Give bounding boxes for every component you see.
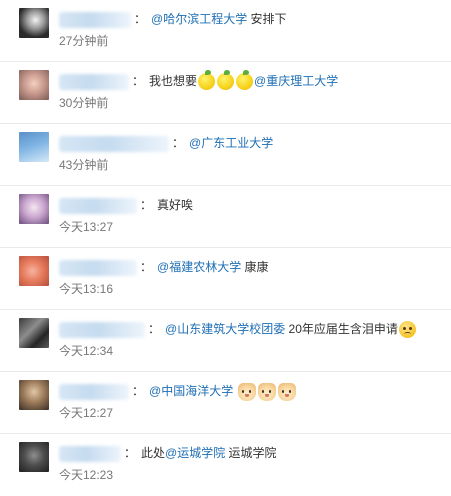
comment-text-segment: 我也想要 <box>149 74 198 88</box>
comment-content: ： @山东建筑大学校团委 20年应届生含泪申请 <box>59 319 443 339</box>
comment-text: 此处@运城学院 运城学院 <box>141 446 277 460</box>
user-avatar[interactable] <box>19 194 49 224</box>
user-avatar[interactable] <box>19 442 49 472</box>
user-avatar[interactable] <box>19 256 49 286</box>
comment-item: ： @哈尔滨工程大学 安排下 27分钟前 <box>0 0 451 62</box>
lemon-emoji <box>217 70 235 91</box>
mention-link[interactable]: @哈尔滨工程大学 <box>151 12 247 26</box>
blurred-username[interactable] <box>59 383 129 400</box>
comment-content: ： @福建农林大学 康康 <box>59 257 443 277</box>
comment-text-segment <box>233 384 236 398</box>
user-avatar[interactable] <box>19 132 49 162</box>
user-avatar[interactable] <box>19 318 49 348</box>
mention-link[interactable]: @重庆理工大学 <box>254 74 338 88</box>
comment-item: ： @山东建筑大学校团委 20年应届生含泪申请今天12:34 <box>0 310 451 372</box>
mention-link[interactable]: @中国海洋大学 <box>149 384 233 398</box>
comment-time: 43分钟前 <box>59 158 109 172</box>
comment-text: @广东工业大学 <box>189 136 273 150</box>
comment-item: ： 真好唉今天13:27 <box>0 186 451 248</box>
blurred-username[interactable] <box>59 321 145 338</box>
comment-item: ： @广东工业大学 43分钟前 <box>0 124 451 186</box>
mention-link[interactable]: @运城学院 <box>165 446 225 460</box>
comment-content: ： @中国海洋大学 <box>59 381 443 401</box>
comment-text: @福建农林大学 康康 <box>157 260 269 274</box>
name-separator: ： <box>172 136 185 150</box>
name-separator: ： <box>140 260 153 274</box>
comment-item: ： 此处@运城学院 运城学院今天12:23 <box>0 434 451 496</box>
comment-time: 27分钟前 <box>59 34 109 48</box>
comment-item: ： @中国海洋大学 今天12:27 <box>0 372 451 434</box>
comment-time: 30分钟前 <box>59 96 109 110</box>
doge-emoji <box>257 382 276 401</box>
name-separator: ： <box>124 446 137 460</box>
comment-text: 真好唉 <box>157 198 193 212</box>
comment-text: 我也想要 @重庆理工大学 <box>149 70 338 91</box>
doge-emoji <box>237 382 256 401</box>
name-separator: ： <box>140 198 153 212</box>
comment-item: ： 我也想要 @重庆理工大学 30分钟前 <box>0 62 451 124</box>
mention-link[interactable]: @广东工业大学 <box>189 136 273 150</box>
blurred-username[interactable] <box>59 73 129 90</box>
user-avatar[interactable] <box>19 380 49 410</box>
mention-link[interactable]: @福建农林大学 <box>157 260 241 274</box>
comment-text-segment: 康康 <box>241 260 269 274</box>
comment-time: 今天12:27 <box>59 406 114 420</box>
comment-text-segment: 此处 <box>141 446 166 460</box>
comment-text-segment: 真好唉 <box>157 198 194 212</box>
user-avatar[interactable] <box>19 8 49 38</box>
comment-content: ： 真好唉 <box>59 195 443 215</box>
blurred-username[interactable] <box>59 135 169 152</box>
name-separator: ： <box>148 322 161 336</box>
blurred-username[interactable] <box>59 259 137 276</box>
comment-item: ： @福建农林大学 康康今天13:16 <box>0 248 451 310</box>
comment-text-segment: 运城学院 <box>225 446 277 460</box>
blurred-username[interactable] <box>59 445 121 462</box>
name-separator: ： <box>132 384 145 398</box>
comment-time: 今天12:23 <box>59 468 114 482</box>
comment-text: @哈尔滨工程大学 安排下 <box>151 12 287 26</box>
comment-time: 今天13:27 <box>59 220 114 234</box>
blurred-username[interactable] <box>59 11 131 28</box>
mention-link[interactable]: @山东建筑大学校团委 <box>165 322 285 336</box>
comment-time: 今天12:34 <box>59 344 114 358</box>
comment-text: @山东建筑大学校团委 20年应届生含泪申请 <box>165 321 417 339</box>
comment-list: ： @哈尔滨工程大学 安排下 27分钟前 ： 我也想要 @重庆理工大学 30分钟前 ： @广… <box>0 0 451 490</box>
lemon-emoji <box>236 70 254 91</box>
comment-content: ： 此处@运城学院 运城学院 <box>59 443 443 463</box>
sad-emoji <box>398 321 416 339</box>
comment-time: 今天13:16 <box>59 282 114 296</box>
comment-text: @中国海洋大学 <box>149 382 297 401</box>
comment-text-segment: 20年应届生含泪申请 <box>285 322 398 336</box>
blurred-username[interactable] <box>59 197 137 214</box>
name-separator: ： <box>132 74 145 88</box>
doge-emoji <box>277 382 296 401</box>
comment-content: ： @哈尔滨工程大学 安排下 <box>59 9 443 29</box>
lemon-emoji <box>198 70 216 91</box>
user-avatar[interactable] <box>19 70 49 100</box>
comment-text-segment: 安排下 <box>247 12 287 26</box>
comment-content: ： @广东工业大学 <box>59 133 443 153</box>
comment-content: ： 我也想要 @重庆理工大学 <box>59 70 443 91</box>
name-separator: ： <box>134 12 147 26</box>
